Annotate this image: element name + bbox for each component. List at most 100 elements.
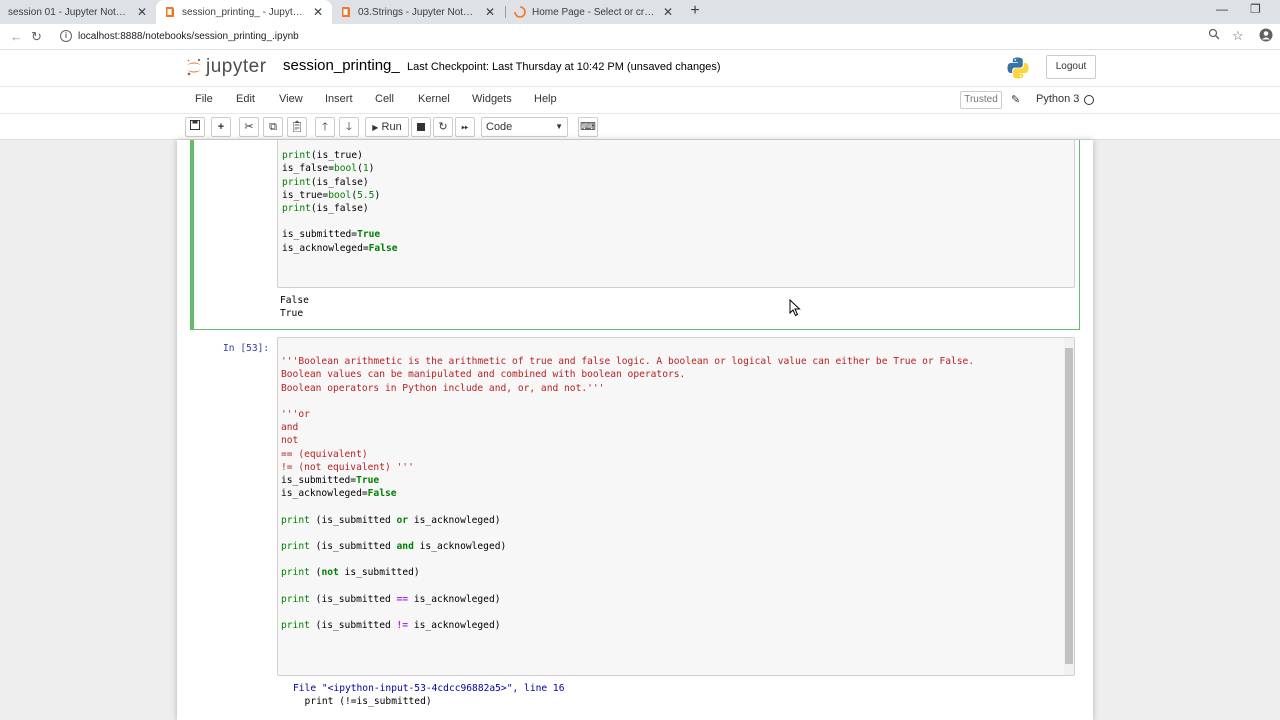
command-palette-button[interactable]: ⌨: [578, 117, 598, 137]
code-line: == (equivalent): [281, 448, 368, 460]
profile-avatar-icon[interactable]: [1259, 28, 1273, 45]
kernel-idle-indicator-icon: [1084, 95, 1094, 105]
code-line: Boolean values can be manipulated and co…: [281, 369, 686, 381]
notebook-name[interactable]: session_printing_: [283, 57, 400, 74]
cell-type-select[interactable]: Code ▼: [481, 117, 568, 137]
copy-icon: ⧉: [269, 121, 277, 133]
code-line: '''or: [281, 409, 310, 421]
menu-insert[interactable]: Insert: [325, 93, 353, 105]
error-line: File "<ipython-input-53-4cdcc96882a5>", …: [293, 683, 565, 694]
new-tab-icon[interactable]: +: [686, 2, 704, 20]
zoom-icon[interactable]: [1208, 28, 1220, 43]
input-prompt: In [53]:: [223, 343, 270, 354]
pencil-icon[interactable]: ✎: [1011, 93, 1020, 106]
browser-tab-strings[interactable]: 03.Strings - Jupyter Notebook ✕: [332, 0, 504, 24]
tab-title: Home Page - Select or create a notebook: [532, 6, 656, 18]
interrupt-button[interactable]: [411, 117, 431, 137]
paste-icon: 📋︎: [290, 121, 304, 133]
error-line: print (!=is_submitted): [293, 696, 432, 708]
menu-cell[interactable]: Cell: [375, 93, 394, 105]
editor-scrollbar-thumb[interactable]: [1065, 348, 1073, 664]
code-line: print (is_submitted != is_acknowleged): [281, 620, 501, 632]
code-content[interactable]: print(is_true) is_false=bool(1) print(is…: [282, 140, 398, 255]
reload-icon[interactable]: ↻: [31, 29, 42, 45]
output-line: True: [280, 308, 304, 320]
insert-cell-button[interactable]: +: [211, 117, 231, 137]
code-line: print(is_false): [282, 203, 369, 215]
notebook-favicon-icon: [342, 7, 350, 17]
copy-button[interactable]: ⧉: [263, 117, 283, 137]
code-editor[interactable]: print(is_true) is_false=bool(1) print(is…: [277, 140, 1075, 288]
code-line: print (not is_submitted): [281, 567, 420, 579]
move-down-button[interactable]: 🡓: [339, 117, 359, 137]
jupyter-header: jupyter session_printing_ Last Checkpoin…: [0, 50, 1280, 86]
cell-selection-bar: [190, 140, 194, 330]
keyboard-icon: ⌨: [580, 121, 596, 133]
loading-spinner-icon: [514, 6, 526, 18]
menu-help[interactable]: Help: [534, 93, 557, 105]
close-icon[interactable]: ✕: [136, 5, 148, 19]
menu-kernel[interactable]: Kernel: [418, 93, 450, 105]
site-info-icon[interactable]: i: [60, 30, 72, 42]
restart-run-all-button[interactable]: ⏩︎: [455, 117, 475, 137]
address-bar: ← ↻ i localhost:8888/notebooks/session_p…: [0, 24, 1280, 50]
python-logo-icon: [1007, 57, 1029, 79]
browser-tab-home[interactable]: Home Page - Select or create a notebook …: [506, 0, 682, 24]
code-line: is_submitted=True: [282, 229, 381, 241]
code-line: is_acknowleged=False: [281, 488, 397, 500]
paste-button[interactable]: 📋︎: [287, 117, 307, 137]
minimize-icon[interactable]: —: [1216, 2, 1228, 16]
cell-type-value: Code: [486, 121, 513, 133]
tab-title: 03.Strings - Jupyter Notebook: [358, 6, 478, 18]
jupyter-logo-icon: [187, 58, 201, 76]
checkpoint-status: Last Checkpoint: Last Thursday at 10:42 …: [407, 61, 721, 73]
url-field[interactable]: localhost:8888/notebooks/session_printin…: [78, 31, 299, 42]
back-icon[interactable]: ←: [10, 29, 23, 44]
browser-tab-session01[interactable]: session 01 - Jupyter Notebook ✕: [0, 0, 156, 24]
run-button[interactable]: ▶ Run: [365, 117, 409, 137]
restart-button[interactable]: ↻: [433, 117, 453, 137]
menubar: File Edit View Insert Cell Kernel Widget…: [0, 86, 1280, 114]
tab-title: session_printing_ - Jupyter Notebook: [182, 6, 306, 18]
code-cell-selected[interactable]: print(is_true) is_false=bool(1) print(is…: [190, 140, 1080, 330]
notebook-favicon-icon: [166, 7, 174, 17]
kernel-name[interactable]: Python 3: [1036, 93, 1079, 105]
code-line: is_submitted=True: [281, 475, 380, 487]
trusted-badge[interactable]: Trusted: [960, 91, 1002, 109]
cut-button[interactable]: ✂: [239, 117, 259, 137]
output-line: False: [280, 295, 309, 306]
code-line: print(is_true): [282, 150, 363, 162]
code-line: print (is_submitted and is_acknowleged): [281, 541, 507, 553]
logout-button[interactable]: Logout: [1046, 55, 1096, 79]
notebook-container: print(is_true) is_false=bool(1) print(is…: [177, 140, 1093, 720]
notebook-toolbar: + ✂ ⧉ 📋︎ 🡑 🡓 ▶ Run ↻ ⏩︎ Code ▼ ⌨: [0, 114, 1280, 140]
code-editor[interactable]: '''Boolean arithmetic is the arithmetic …: [277, 337, 1075, 676]
browser-tab-session-printing[interactable]: session_printing_ - Jupyter Notebook ✕: [156, 0, 332, 24]
fast-forward-icon: ⏩︎: [461, 122, 469, 132]
code-line: print(is_false): [282, 176, 369, 188]
restore-icon[interactable]: ❐: [1250, 2, 1261, 16]
scissors-icon: ✂: [244, 121, 254, 133]
menu-file[interactable]: File: [195, 93, 213, 105]
menu-view[interactable]: View: [279, 93, 303, 105]
close-icon[interactable]: ✕: [662, 5, 674, 19]
close-icon[interactable]: ✕: [312, 5, 324, 19]
menu-edit[interactable]: Edit: [236, 93, 255, 105]
save-button[interactable]: [185, 117, 205, 137]
code-content[interactable]: '''Boolean arithmetic is the arithmetic …: [281, 342, 974, 632]
code-line: != (not equivalent) ''': [281, 461, 414, 473]
cell-output: False True: [280, 294, 309, 320]
code-line: not: [281, 435, 299, 447]
error-output: File "<ipython-input-53-4cdcc96882a5>", …: [293, 682, 564, 708]
code-line: print (is_submitted or is_acknowleged): [281, 514, 501, 526]
arrow-down-icon: 🡓: [346, 121, 352, 133]
browser-tab-bar: session 01 - Jupyter Notebook ✕ session_…: [0, 0, 1280, 24]
code-line: is_false=bool(1): [282, 163, 375, 175]
close-icon[interactable]: ✕: [484, 5, 496, 19]
jupyter-logo[interactable]: jupyter: [186, 56, 267, 78]
bookmark-star-icon[interactable]: ☆: [1232, 28, 1244, 44]
code-line: print (is_submitted == is_acknowleged): [281, 593, 501, 605]
menu-widgets[interactable]: Widgets: [472, 93, 512, 105]
code-line: is_true=bool(5.5): [282, 189, 381, 201]
move-up-button[interactable]: 🡑: [315, 117, 335, 137]
